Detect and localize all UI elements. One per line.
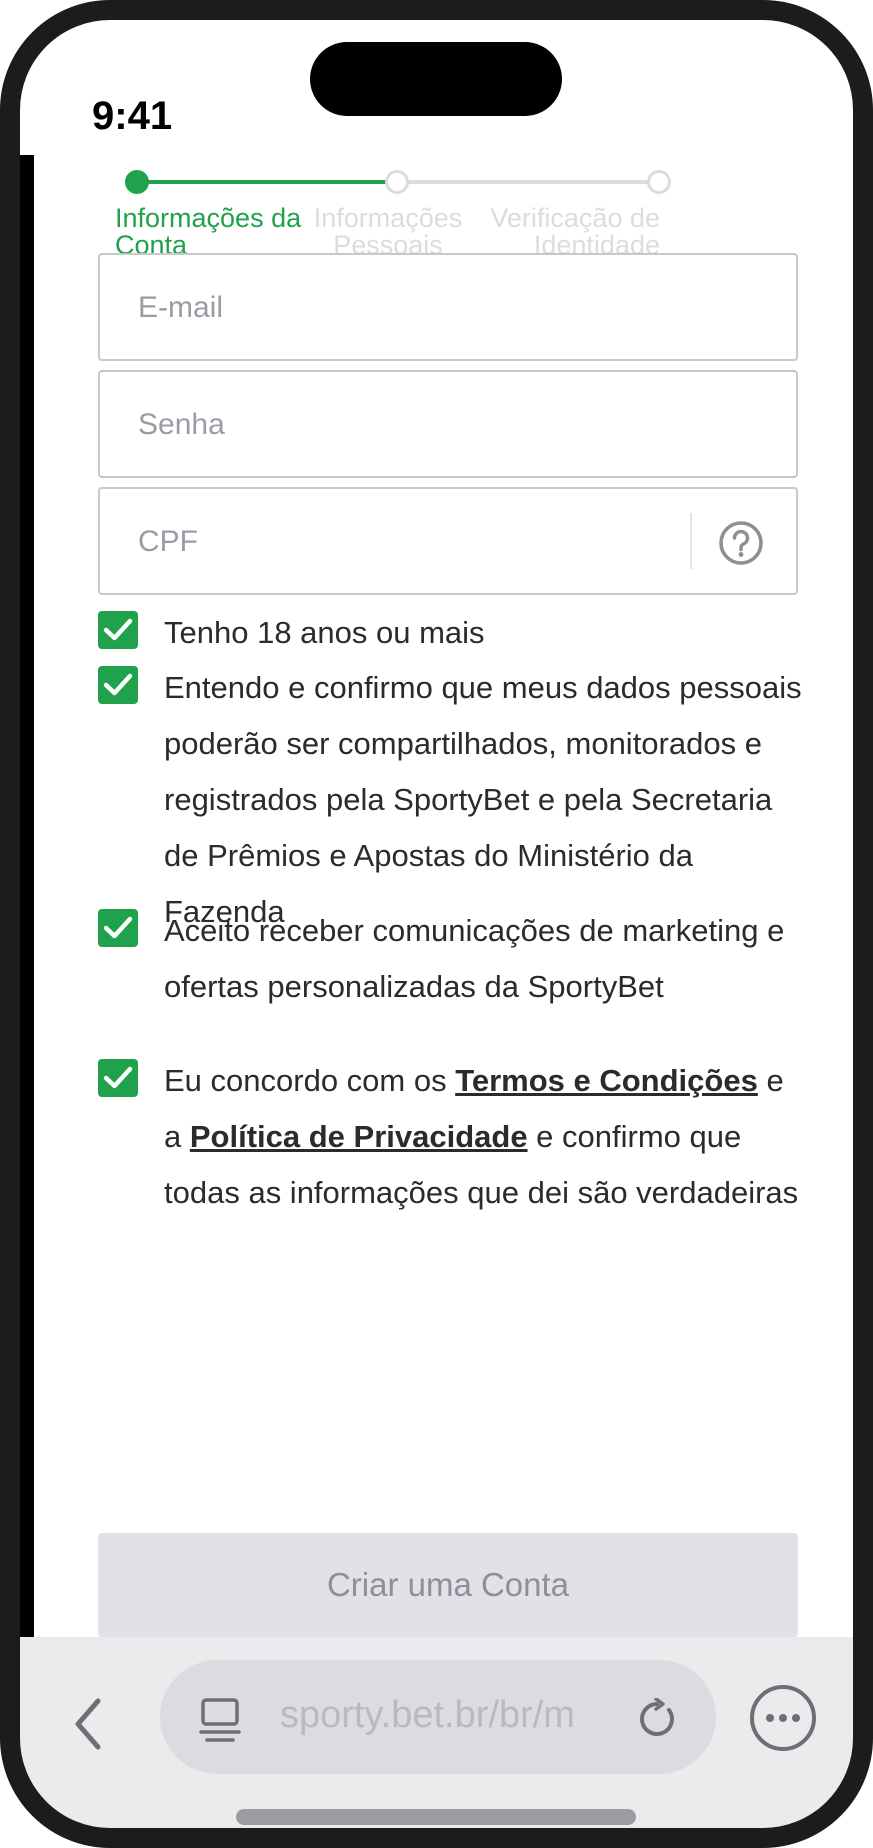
check-icon xyxy=(103,673,133,696)
volume-down-button xyxy=(0,472,10,572)
browser-toolbar: sporty.bet.br/br/m xyxy=(20,1637,853,1828)
checkbox-checked[interactable] xyxy=(98,909,138,947)
checkbox-terms[interactable]: Eu concordo com os Termos e Condições e … xyxy=(98,1053,818,1277)
url-text[interactable]: sporty.bet.br/br/m xyxy=(280,1694,575,1737)
step-dot-personal xyxy=(385,170,409,194)
create-account-button[interactable]: Criar uma Conta xyxy=(98,1533,798,1637)
check-icon xyxy=(103,1066,133,1089)
check-icon xyxy=(103,916,133,939)
email-field[interactable] xyxy=(98,253,798,361)
step-label-personal: Informações Pessoais xyxy=(288,205,488,259)
check-icon xyxy=(103,618,133,641)
terms-link[interactable]: Termos e Condições xyxy=(455,1063,758,1098)
url-bar[interactable]: sporty.bet.br/br/m xyxy=(160,1660,716,1774)
checkbox-data-sharing[interactable]: Entendo e confirmo que meus dados pessoa… xyxy=(98,660,818,940)
signup-stepper: Informações da Conta Informações Pessoai… xyxy=(20,20,853,260)
step-line-complete xyxy=(137,180,397,184)
screen-edge xyxy=(20,155,34,1655)
cpf-field[interactable] xyxy=(98,487,798,595)
email-input[interactable] xyxy=(136,255,700,361)
checkbox-checked[interactable] xyxy=(98,666,138,704)
password-input[interactable] xyxy=(136,372,700,478)
step-label-line: Verificação de xyxy=(490,203,660,233)
cpf-divider xyxy=(690,513,692,569)
terms-text: Eu concordo com os xyxy=(164,1063,456,1098)
checkbox-age-label: Tenho 18 anos ou mais xyxy=(164,615,485,650)
more-icon[interactable] xyxy=(747,1682,819,1754)
power-button xyxy=(863,430,873,614)
tab-icon[interactable] xyxy=(198,1697,242,1743)
checkbox-terms-label: Eu concordo com os Termos e Condições e … xyxy=(164,1053,804,1221)
checkbox-age[interactable]: Tenho 18 anos ou mais xyxy=(98,605,818,661)
step-label-line: Informações xyxy=(313,203,463,233)
checkbox-data-sharing-label: Entendo e confirmo que meus dados pessoa… xyxy=(164,670,802,929)
step-label-account: Informações da Conta xyxy=(115,205,315,259)
step-dot-account xyxy=(125,170,149,194)
home-indicator[interactable] xyxy=(236,1809,636,1825)
checkbox-marketing[interactable]: Aceito receber comunicações de marketing… xyxy=(98,903,818,1071)
checkbox-marketing-label: Aceito receber comunicações de marketing… xyxy=(164,913,785,1004)
privacy-policy-link[interactable]: Política de Privacidade xyxy=(190,1119,528,1154)
volume-up-button xyxy=(0,352,10,452)
checkbox-checked[interactable] xyxy=(98,611,138,649)
action-button xyxy=(0,252,10,314)
reload-icon[interactable] xyxy=(636,1698,678,1740)
step-dot-identity xyxy=(647,170,671,194)
chevron-left-icon[interactable] xyxy=(64,1689,114,1759)
step-label-identity: Verificação de Identidade xyxy=(460,205,660,259)
step-line-pending xyxy=(397,180,659,184)
checkbox-checked[interactable] xyxy=(98,1059,138,1097)
question-circle-icon[interactable] xyxy=(718,520,764,566)
phone-screen: 9:41 Informações da Conta Informações Pe… xyxy=(20,20,853,1828)
password-field[interactable] xyxy=(98,370,798,478)
cpf-input[interactable] xyxy=(136,489,700,595)
step-label-line: Informações da xyxy=(115,203,302,233)
